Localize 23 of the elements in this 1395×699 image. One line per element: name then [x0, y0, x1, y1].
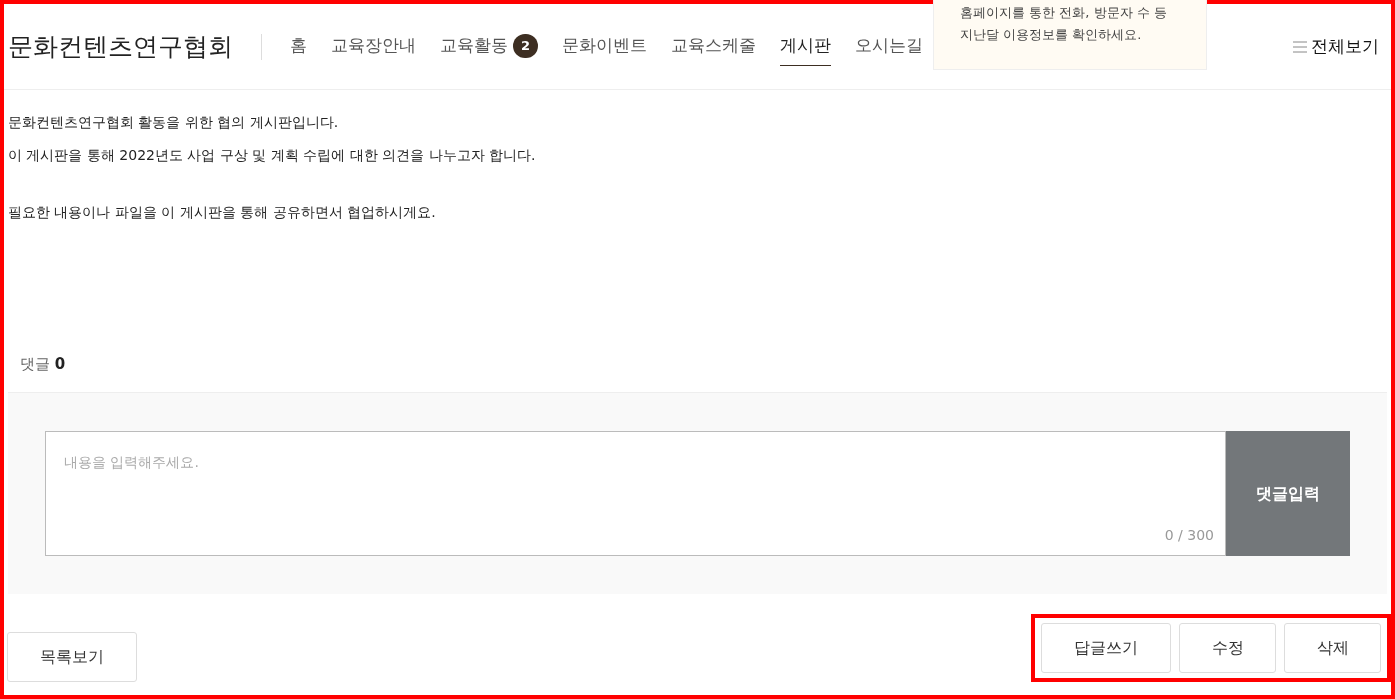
character-counter: 0 / 300: [1164, 526, 1214, 545]
site-title: 문화컨텐츠연구협회: [8, 30, 233, 63]
post-paragraph: 문화컨텐츠연구협회 활동을 위한 협의 게시판입니다.: [8, 113, 340, 132]
count-badge: 2: [513, 34, 539, 58]
comment-count-label: 댓글 0: [20, 355, 66, 373]
nav-link[interactable]: 교육활동 2: [440, 27, 539, 66]
post-paragraph: 이 게시판을 통해 2022년도 사업 구상 및 계획 수립에 대한 의견을 나누고자 합니다.: [8, 146, 537, 165]
action-button[interactable]: 수정: [1179, 623, 1276, 673]
list-button[interactable]: 목록보기: [7, 632, 137, 682]
action-button[interactable]: 답글쓰기: [1041, 623, 1171, 673]
nav-link[interactable]: 교육장안내: [331, 27, 416, 66]
nav-link[interactable]: 문화이벤트: [562, 27, 648, 66]
nav-link[interactable]: 오시는길: [855, 27, 924, 66]
tooltip-text: 지난달 이용정보를 확인하세요.: [960, 26, 1143, 44]
nav-link[interactable]: 교육스케줄: [671, 27, 757, 66]
nav-link[interactable]: 홈: [290, 27, 307, 66]
nav-link[interactable]: 게시판: [780, 27, 832, 66]
menu-icon: [1293, 39, 1307, 54]
action-button[interactable]: 삭제: [1284, 623, 1381, 673]
tooltip-text: 홈페이지를 통한 전화, 방문자 수 등: [960, 4, 1168, 22]
all-menu-button[interactable]: 전체보기: [1293, 33, 1379, 60]
submit-comment-button[interactable]: 댓글입력: [1226, 431, 1350, 556]
post-paragraph: 필요한 내용이나 파일을 이 게시판을 통해 공유하면서 협업하시게요.: [8, 203, 437, 222]
